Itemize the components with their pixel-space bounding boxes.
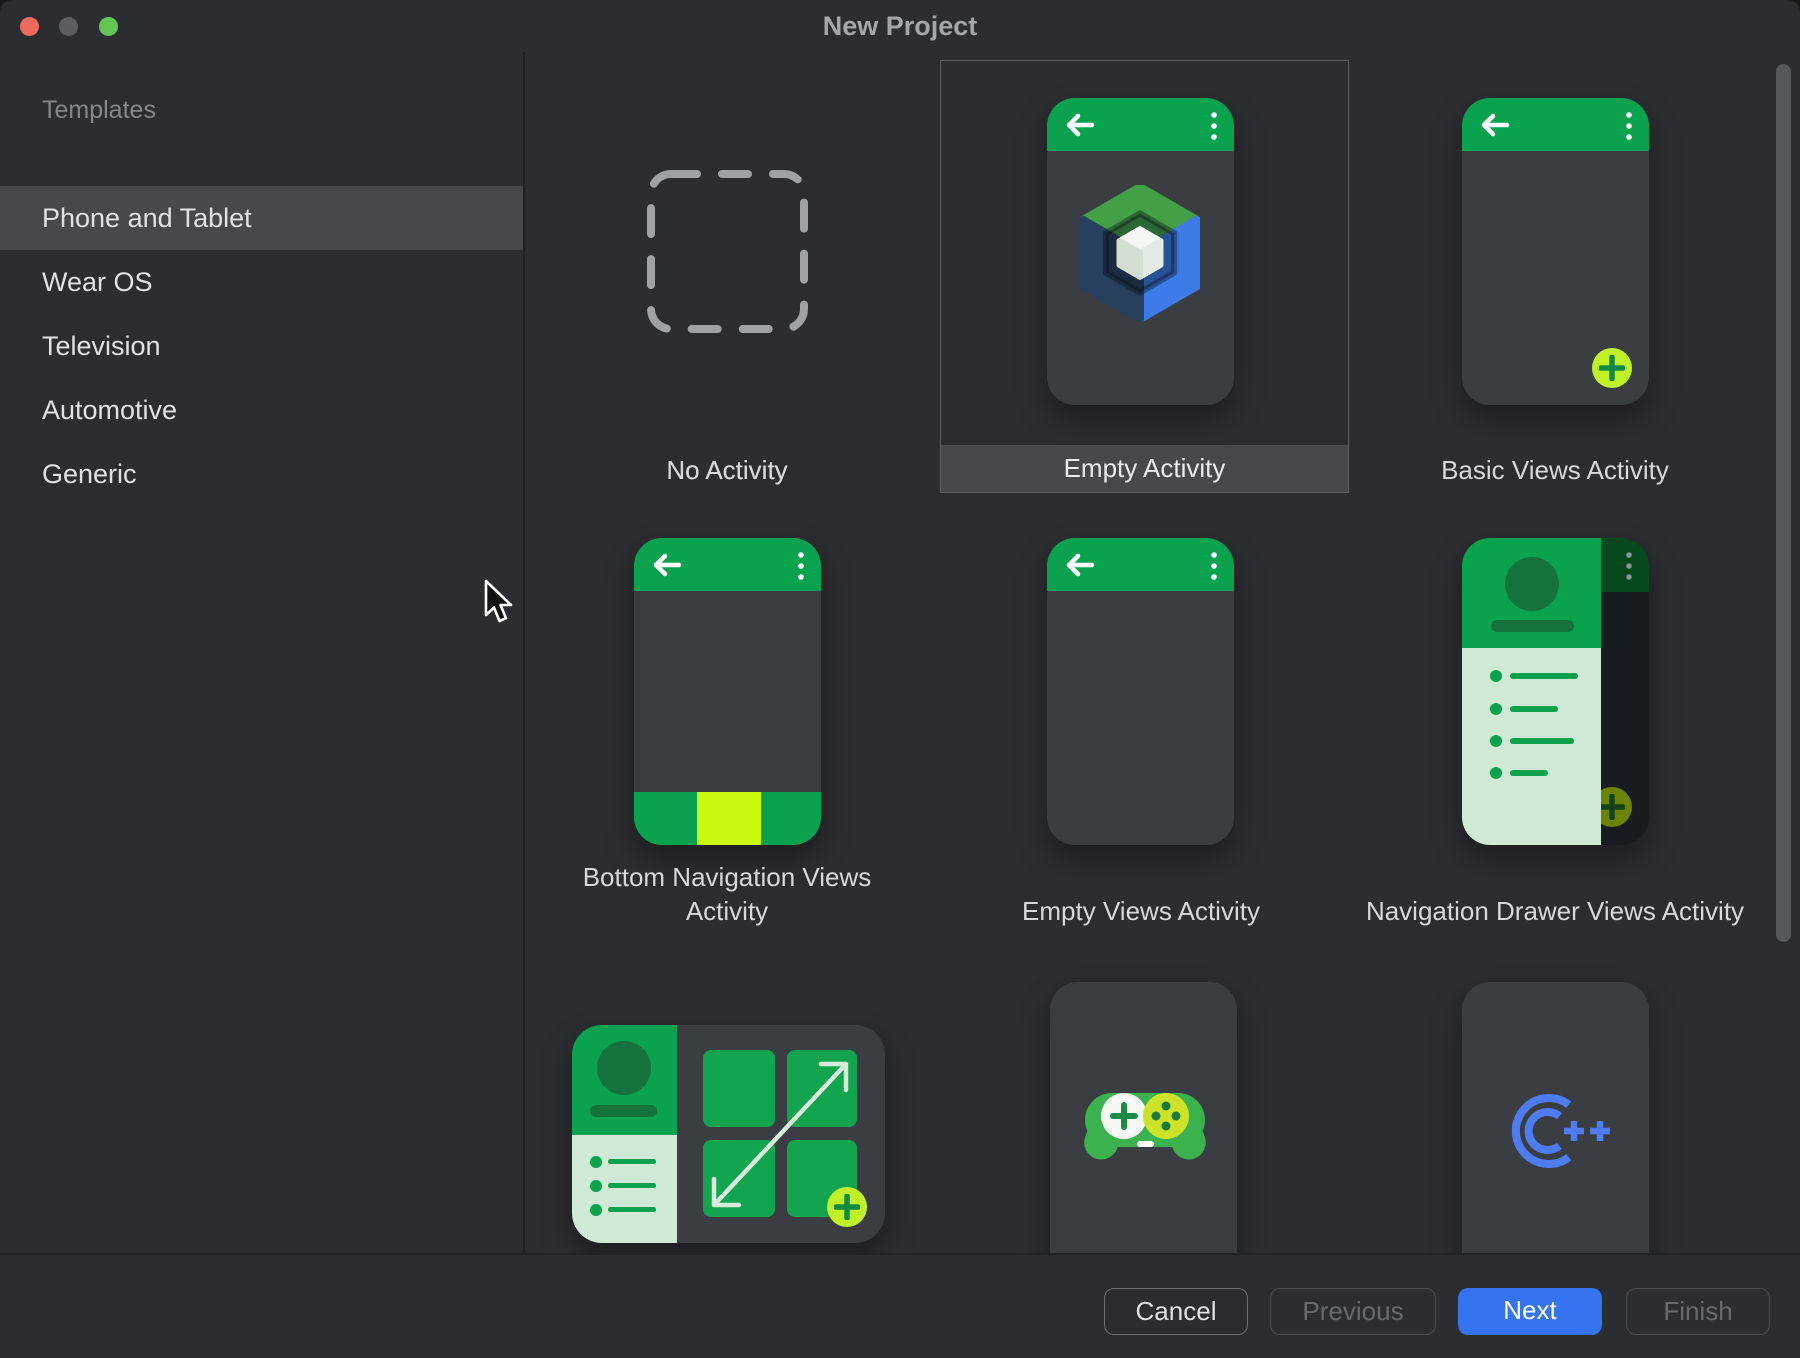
kebab-menu-icon [1210,110,1218,142]
preview-appbar [634,538,821,591]
basic-views-activity-preview[interactable] [1462,98,1649,405]
drawer-header [572,1025,677,1135]
drawer-body [1462,648,1601,845]
mouse-cursor [483,579,517,625]
template-label: Empty Views Activity [991,894,1291,928]
back-arrow-icon [1063,113,1095,137]
bottom-nav-bar [634,792,821,845]
empty-views-activity-preview[interactable] [1047,538,1234,845]
bottom-navigation-views-preview[interactable] [634,538,821,845]
template-label: Basic Views Activity [1405,453,1705,487]
preview-appbar [1462,98,1649,151]
cancel-button[interactable]: Cancel [1104,1288,1248,1335]
sidebar-item-phone-and-tablet[interactable]: Phone and Tablet [0,186,523,250]
fab-plus-icon [827,1187,867,1227]
cpp-logo-icon [1502,1091,1642,1171]
template-label: No Activity [627,453,827,487]
nav-segment [761,792,821,845]
native-cpp-preview[interactable] [1462,982,1649,1253]
previous-button[interactable]: Previous [1270,1288,1436,1335]
empty-activity-preview[interactable] [1047,98,1234,405]
nav-segment [634,792,697,845]
kebab-menu-icon [1625,550,1633,582]
kebab-menu-icon [1625,110,1633,142]
back-arrow-icon [1478,113,1510,137]
sidebar-item-generic[interactable]: Generic [0,442,523,506]
kebab-menu-icon [797,550,805,582]
template-label: Navigation Drawer Views Activity [1305,894,1800,928]
new-project-dialog: New Project Templates Phone and Tablet W… [0,0,1800,1358]
template-label: Bottom Navigation Views Activity [567,860,887,928]
sidebar-item-television[interactable]: Television [0,314,523,378]
back-arrow-icon [650,553,682,577]
dialog-title: New Project [0,11,1800,42]
finish-button[interactable]: Finish [1626,1288,1770,1335]
navigation-drawer-views-preview[interactable] [1462,538,1649,845]
template-grid: Empty Activity No Activity [527,52,1800,1253]
avatar-name-bar [1491,620,1574,632]
avatar-icon [1505,557,1559,611]
game-activity-preview[interactable] [1050,982,1237,1253]
next-button[interactable]: Next [1458,1288,1602,1335]
sidebar-item-automotive[interactable]: Automotive [0,378,523,442]
primary-detail-tablet-preview[interactable] [572,1025,885,1243]
compose-cube-icon [1080,185,1200,321]
avatar-name-bar [590,1105,657,1117]
preview-appbar [1047,98,1234,151]
selected-template-label: Empty Activity [941,445,1348,492]
drawer-body [572,1135,677,1243]
nav-drawer-panel [1462,538,1601,845]
sidebar-item-wear-os[interactable]: Wear OS [0,250,523,314]
dialog-footer: Cancel Previous Next Finish [0,1253,1800,1358]
kebab-menu-icon [1210,550,1218,582]
drawer-header [1462,538,1601,648]
preview-appbar [1047,538,1234,591]
templates-sidebar: Templates Phone and Tablet Wear OS Telev… [0,52,525,1358]
sidebar-header: Templates [42,96,156,125]
nav-segment-selected [697,792,761,845]
dashed-placeholder-icon [646,169,809,334]
fab-plus-icon [1592,348,1632,388]
vertical-scrollbar-thumb[interactable] [1776,64,1791,942]
avatar-icon [597,1041,651,1095]
back-arrow-icon [1063,553,1095,577]
